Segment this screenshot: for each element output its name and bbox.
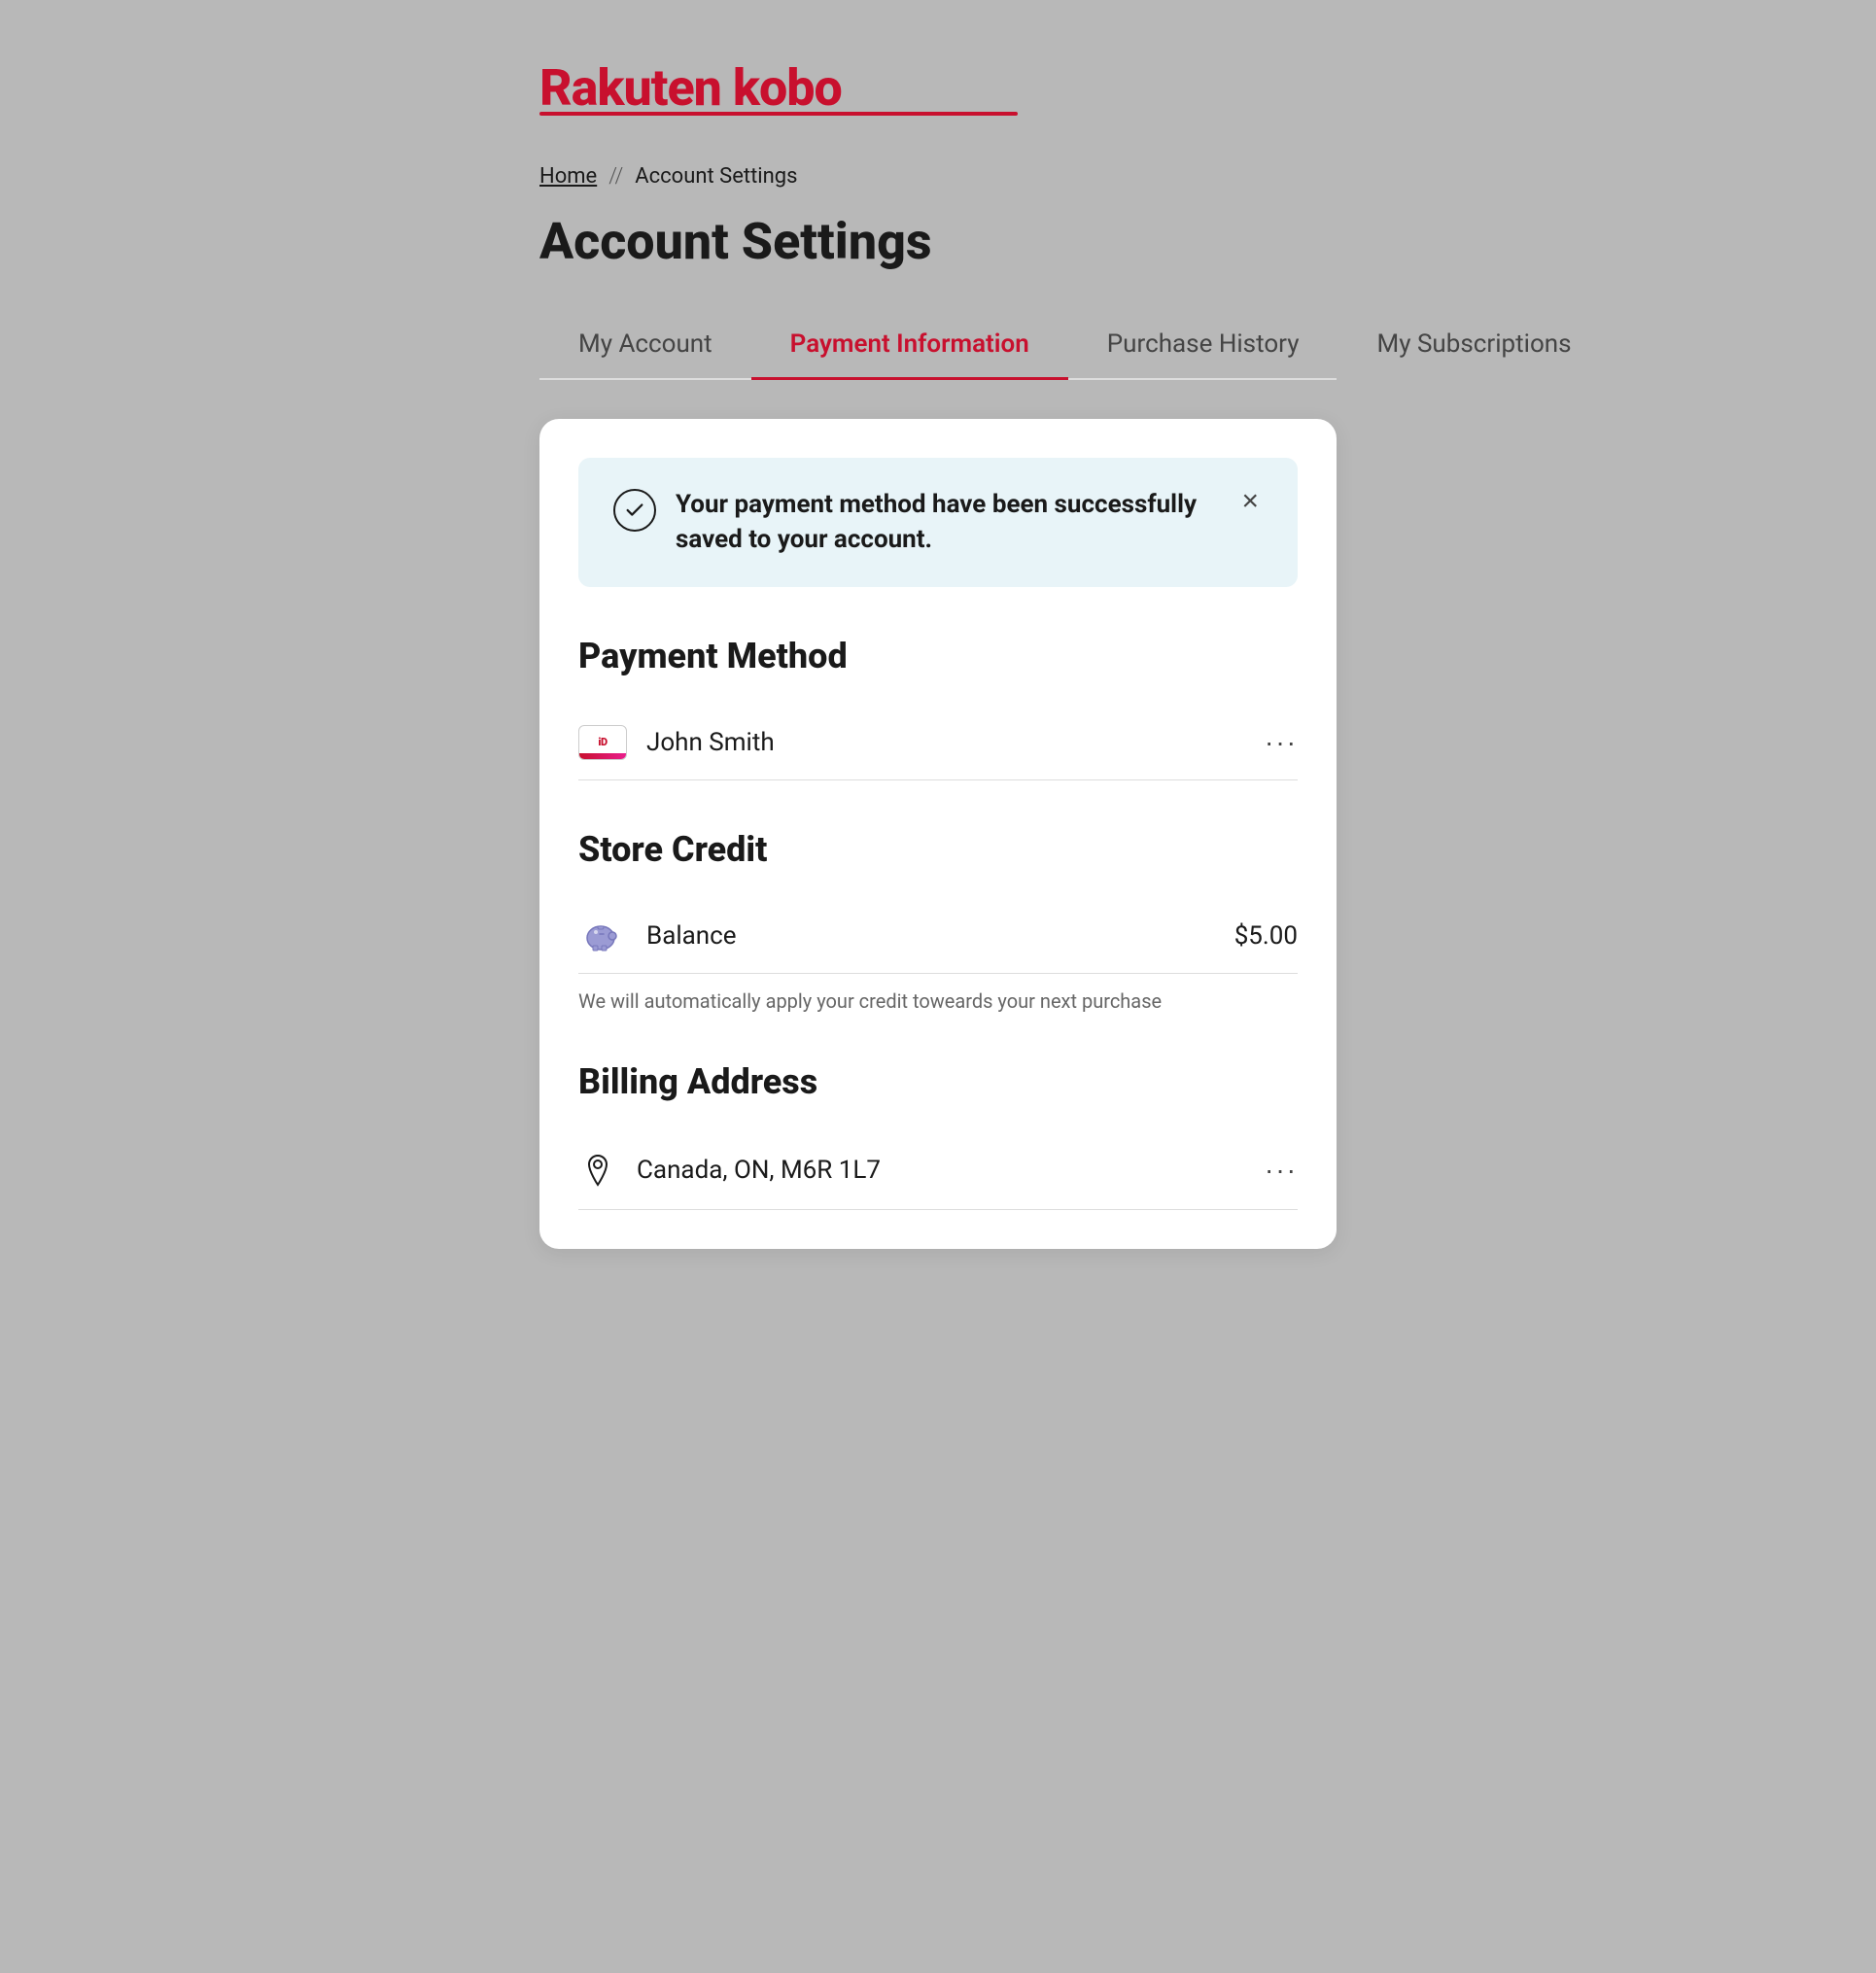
store-credit-item: Balance $5.00 xyxy=(578,899,1298,974)
breadcrumb-separator: // xyxy=(608,164,623,189)
payment-item-left: iD John Smith xyxy=(578,725,775,760)
location-pin-icon xyxy=(578,1151,617,1190)
tab-payment-information[interactable]: Payment Information xyxy=(751,310,1068,378)
billing-address-item: Canada, ON, M6R 1L7 ··· xyxy=(578,1131,1298,1210)
billing-address-section: Billing Address Canada, ON, M6R 1L7 ··· xyxy=(578,1061,1298,1210)
balance-amount: $5.00 xyxy=(1234,921,1298,951)
ideal-payment-icon: iD xyxy=(578,725,627,760)
breadcrumb-current: Account Settings xyxy=(635,164,797,189)
main-card: Your payment method have been successful… xyxy=(539,419,1337,1249)
balance-label: Balance xyxy=(646,921,737,951)
success-banner: Your payment method have been successful… xyxy=(578,458,1298,587)
logo: Rakuten kobo xyxy=(539,58,1337,116)
tabs-container: My Account Payment Information Purchase … xyxy=(539,310,1337,380)
payment-method-item: iD John Smith ··· xyxy=(578,706,1298,780)
payment-user-name: John Smith xyxy=(646,728,775,757)
check-circle-icon xyxy=(613,489,656,532)
billing-address-title: Billing Address xyxy=(578,1061,1298,1102)
close-banner-button[interactable]: × xyxy=(1237,487,1263,516)
store-credit-note: We will automatically apply your credit … xyxy=(578,989,1298,1013)
store-credit-title: Store Credit xyxy=(578,829,1298,870)
success-banner-content: Your payment method have been successful… xyxy=(613,487,1218,558)
store-credit-left: Balance xyxy=(578,918,737,953)
tab-purchase-history[interactable]: Purchase History xyxy=(1068,310,1338,378)
success-message: Your payment method have been successful… xyxy=(676,487,1218,558)
payment-more-options-button[interactable]: ··· xyxy=(1265,727,1298,758)
store-credit-icon xyxy=(578,918,627,953)
payment-method-title: Payment Method xyxy=(578,636,1298,676)
billing-address-text: Canada, ON, M6R 1L7 xyxy=(637,1156,881,1185)
payment-method-section: Payment Method iD John Smith ··· xyxy=(578,636,1298,780)
billing-item-left: Canada, ON, M6R 1L7 xyxy=(578,1151,881,1190)
billing-more-options-button[interactable]: ··· xyxy=(1265,1155,1298,1186)
tab-my-subscriptions[interactable]: My Subscriptions xyxy=(1338,310,1611,378)
store-credit-section: Store Credit xyxy=(578,829,1298,1013)
logo-text[interactable]: Rakuten kobo xyxy=(539,58,842,118)
page-title: Account Settings xyxy=(539,212,1337,271)
tab-my-account[interactable]: My Account xyxy=(539,310,751,378)
breadcrumb: Home // Account Settings xyxy=(539,164,1337,189)
breadcrumb-home-link[interactable]: Home xyxy=(539,164,597,189)
